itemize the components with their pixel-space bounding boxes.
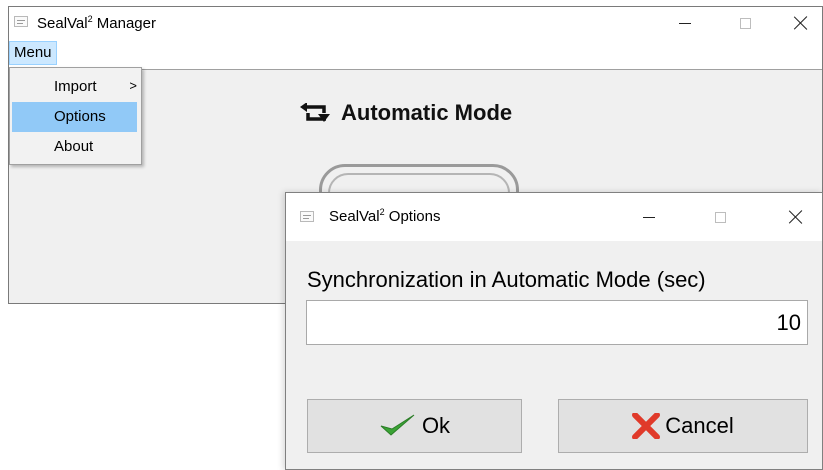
ok-button[interactable]: Ok [307,399,522,453]
dialog-close-button[interactable] [773,193,819,241]
close-icon [789,210,803,224]
menubar: Menu [9,39,822,70]
minimize-icon [643,216,655,218]
automatic-mode-heading: Automatic Mode [298,100,512,126]
cancel-button[interactable]: Cancel [558,399,808,453]
menu-item-label: Options [54,108,106,125]
main-titlebar[interactable]: SealVal2 Manager [9,7,822,39]
minimize-icon [679,22,691,24]
menu-button[interactable]: Menu [9,41,57,65]
close-icon [794,16,808,30]
cancel-label: Cancel [665,413,734,438]
sync-interval-input[interactable] [306,300,808,345]
submenu-arrow-icon: > [129,78,137,93]
dialog-minimize-button[interactable] [626,193,672,241]
dialog-title: SealVal2 Options [329,207,440,225]
menu-dropdown: Import > Options About [9,67,142,165]
app-icon [300,211,314,222]
options-dialog: SealVal2 Options Synchronization in Auto… [285,192,823,470]
title-suffix: Options [384,208,441,225]
maximize-button[interactable] [722,7,768,39]
minimize-button[interactable] [662,7,708,39]
title-name: SealVal [329,208,380,225]
red-x-icon [632,413,661,439]
main-window-title: SealVal2 Manager [37,14,156,32]
dialog-maximize-button[interactable] [697,193,743,241]
menu-item-import[interactable]: Import > [12,72,137,102]
sync-interval-label: Synchronization in Automatic Mode (sec) [307,267,706,292]
app-icon [14,16,28,27]
ok-label: Ok [421,413,451,438]
menu-item-options[interactable]: Options [12,102,137,132]
dialog-titlebar[interactable]: SealVal2 Options [286,193,822,241]
menu-item-label: About [54,138,94,155]
automatic-mode-label: Automatic Mode [341,100,513,125]
menu-item-about[interactable]: About [12,132,137,162]
maximize-icon [714,211,726,223]
checkmark-icon [380,414,415,436]
repeat-arrows-icon [300,103,330,122]
maximize-icon [739,17,751,29]
title-suffix: Manager [92,15,156,32]
close-button[interactable] [778,7,823,39]
menu-item-label: Import [54,78,97,95]
title-name: SealVal [37,15,88,32]
